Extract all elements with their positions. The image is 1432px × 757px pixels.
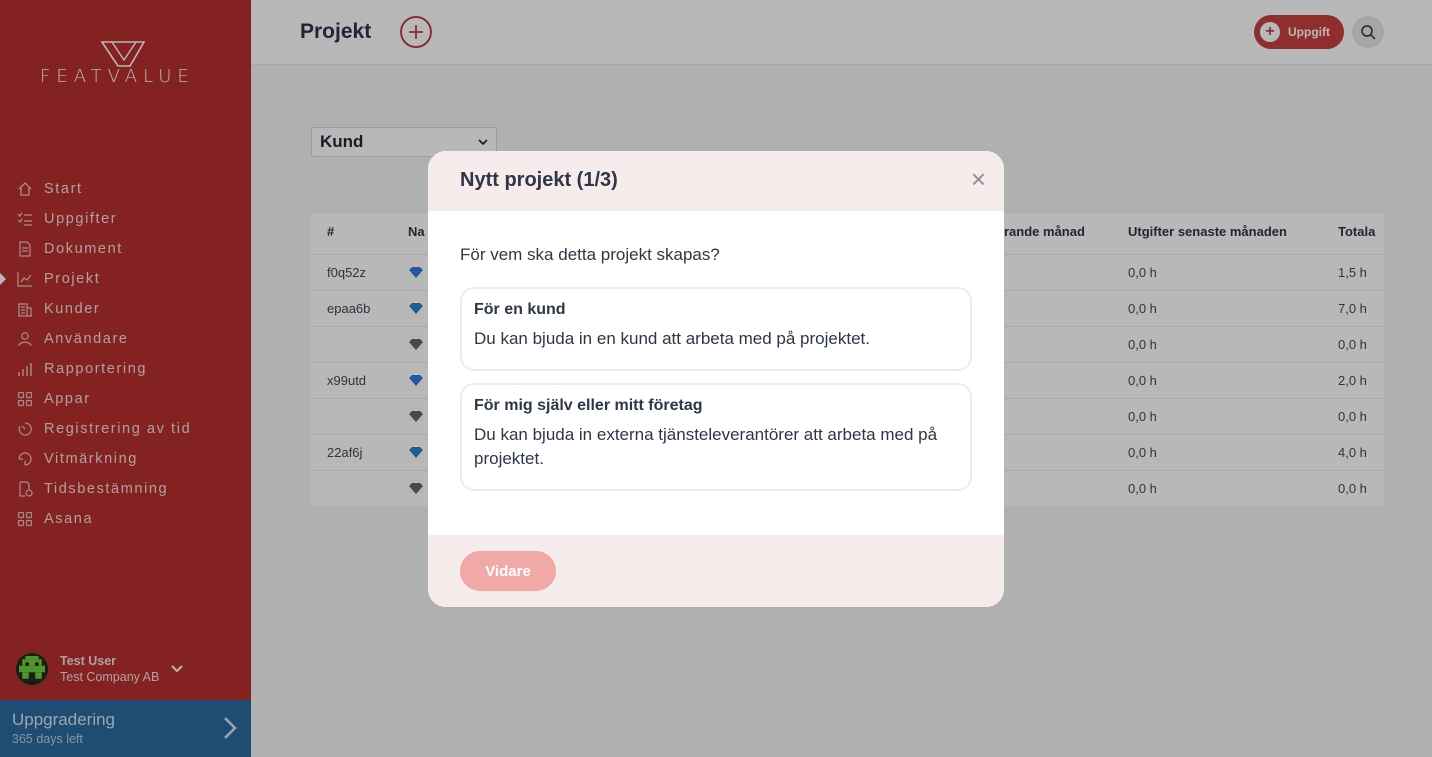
close-icon[interactable]: × bbox=[971, 166, 986, 192]
option-title: För en kund bbox=[474, 301, 566, 318]
new-project-modal: Nytt projekt (1/3) × För vem ska detta p… bbox=[428, 151, 1004, 607]
modal-header: Nytt projekt (1/3) × bbox=[428, 151, 1004, 211]
modal-footer: Vidare bbox=[428, 535, 1004, 607]
option-description: Du kan bjuda in en kund att arbeta med p… bbox=[474, 329, 870, 348]
option-for-customer[interactable]: För en kund Du kan bjuda in en kund att … bbox=[460, 287, 972, 371]
modal-question: För vem ska detta projekt skapas? bbox=[460, 245, 720, 264]
option-title: För mig själv eller mitt företag bbox=[474, 397, 703, 414]
option-description: Du kan bjuda in externa tjänsteleverantö… bbox=[474, 425, 938, 468]
modal-title: Nytt projekt (1/3) bbox=[460, 169, 618, 191]
next-button[interactable]: Vidare bbox=[460, 551, 556, 591]
option-for-myself[interactable]: För mig själv eller mitt företag Du kan … bbox=[460, 383, 972, 491]
